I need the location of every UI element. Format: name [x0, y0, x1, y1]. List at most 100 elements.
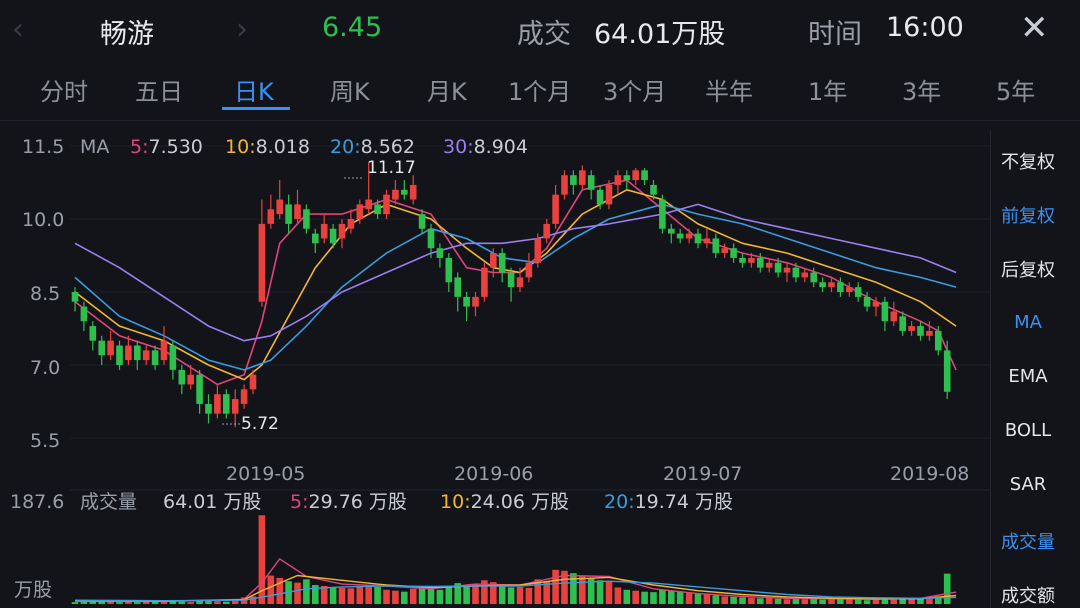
indicator-menu: 不复权 前复权 后复权 MA EMA BOLL SAR 成交量 成交额 — [990, 130, 1065, 608]
volume-bar — [614, 587, 622, 604]
volume-bar — [774, 598, 782, 604]
candle-body — [303, 209, 310, 229]
candle-body — [507, 272, 515, 288]
volume-bar — [116, 602, 123, 604]
candle-body — [418, 214, 426, 229]
volume-bar — [374, 586, 381, 604]
volume-bar — [810, 598, 817, 604]
volume-bar — [676, 591, 684, 604]
candle-body — [917, 326, 924, 336]
candle-body — [846, 287, 853, 292]
ma-legend-label: MA — [80, 136, 109, 158]
volume-bar — [347, 588, 355, 604]
candles — [71, 162, 951, 428]
menu-forward-adjust[interactable]: 前复权 — [991, 202, 1065, 228]
volume-bar — [819, 599, 826, 604]
volume-bar — [409, 588, 417, 604]
candle-body — [294, 204, 301, 219]
x-tick-label: 2019-07 — [663, 463, 742, 485]
volume-bar — [721, 596, 728, 604]
volume-bar — [650, 592, 657, 604]
candle-body — [863, 296, 871, 307]
candle-body — [543, 223, 550, 239]
candle-body — [240, 389, 248, 404]
candle-body — [525, 262, 533, 278]
volume-bar — [899, 599, 906, 604]
volume-bar — [436, 589, 444, 604]
volume-bar — [623, 589, 631, 604]
volume-bar — [303, 579, 310, 604]
ma5-legend: 5:7.530 — [130, 136, 203, 158]
volume-legend-label: 成交量 — [80, 491, 137, 513]
candle-body — [401, 189, 408, 195]
x-tick-label: 2019-06 — [454, 463, 533, 485]
candle-body — [125, 345, 132, 361]
candle-body — [721, 248, 728, 254]
volume-bar — [401, 591, 408, 604]
candle-body — [819, 282, 826, 288]
candle-body — [427, 228, 435, 249]
tab-5-year[interactable]: 5年 — [996, 72, 1035, 107]
candle-body — [187, 374, 194, 385]
volume-bar — [801, 599, 809, 604]
candle-body — [445, 257, 453, 283]
volume-bar — [418, 587, 426, 604]
volume-bar — [125, 601, 132, 604]
candle-body — [71, 292, 79, 302]
y-tick-label: 5.5 — [30, 430, 60, 452]
volume-bar — [863, 600, 871, 604]
volume-bar — [730, 596, 737, 604]
candle-body — [258, 223, 266, 302]
volume-bar — [525, 587, 533, 604]
menu-ma[interactable]: MA — [991, 312, 1065, 333]
candle-body — [80, 306, 88, 322]
candle-body — [614, 175, 622, 185]
candle-body — [320, 223, 328, 239]
candle-body — [943, 350, 951, 392]
candle-body — [392, 189, 399, 200]
volume-bars — [71, 515, 951, 604]
volume-bar — [792, 598, 800, 604]
candle-body — [552, 194, 559, 224]
volume-bar — [338, 587, 346, 604]
menu-volume[interactable]: 成交量 — [991, 528, 1065, 554]
volume-bar — [783, 599, 791, 604]
candle-body — [712, 238, 720, 254]
y-tick-label: 10.0 — [22, 209, 64, 231]
candle-body — [872, 301, 880, 307]
candle-body — [792, 267, 800, 278]
candle-body — [650, 184, 657, 195]
volume-bar — [596, 580, 604, 604]
candle-body — [854, 287, 862, 297]
x-tick-label: 2019-05 — [226, 463, 305, 485]
volume-bar — [71, 602, 79, 604]
candle-body — [107, 340, 114, 356]
candle-body — [89, 326, 97, 341]
volume-bar — [98, 601, 105, 604]
volume-bar — [329, 587, 337, 604]
menu-sar[interactable]: SAR — [991, 474, 1065, 495]
candle-body — [436, 248, 444, 258]
close-icon[interactable]: ✕ — [1020, 8, 1049, 48]
candle-body — [142, 350, 150, 361]
menu-boll[interactable]: BOLL — [991, 420, 1065, 441]
menu-backward-adjust[interactable]: 后复权 — [991, 256, 1065, 282]
volume-bar — [356, 585, 364, 604]
volume-bar — [507, 587, 515, 604]
volume-bar — [498, 585, 506, 604]
menu-no-adjust[interactable]: 不复权 — [991, 148, 1065, 174]
volume-bar — [463, 585, 470, 604]
candle-body — [356, 204, 364, 219]
candle-body — [329, 228, 337, 244]
candle-body — [169, 345, 177, 370]
vol-ma10-legend: 10:24.06 万股 — [440, 491, 569, 513]
y-tick-label: 7.0 — [30, 357, 60, 379]
menu-turnover[interactable]: 成交额 — [991, 582, 1065, 608]
candle-body — [748, 257, 755, 263]
menu-ema[interactable]: EMA — [991, 366, 1065, 387]
volume-bar — [516, 586, 524, 604]
candle-body — [151, 350, 159, 365]
candle-body — [481, 267, 488, 297]
candle-body — [249, 374, 257, 390]
kline-chart[interactable]: MA 5:7.530 10:8.018 20:8.562 30:8.904 11… — [0, 0, 990, 608]
